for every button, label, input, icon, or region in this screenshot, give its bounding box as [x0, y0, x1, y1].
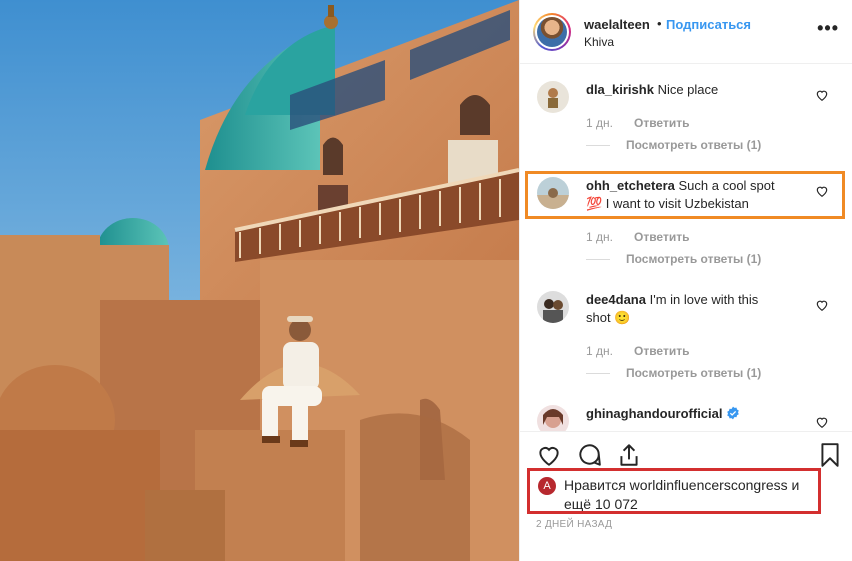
comment-text: ghinaghandourofficial	[586, 405, 816, 423]
comment-body: Nice place	[657, 82, 719, 97]
view-replies-button[interactable]: Посмотреть ответы (1)	[626, 252, 761, 266]
comment-username[interactable]: dee4dana	[586, 292, 646, 307]
comment-body: I'm in love with this	[649, 292, 759, 307]
highlight-likes-box	[527, 468, 821, 514]
author-avatar[interactable]	[533, 13, 571, 51]
commenter-avatar[interactable]	[537, 291, 569, 323]
follow-button[interactable]: Подписаться	[666, 17, 751, 32]
comments-list[interactable]: dla_kirishk Nice place 1 дн. Ответить По…	[520, 65, 852, 431]
author-username[interactable]: waelalteen	[584, 17, 650, 32]
like-comment-heart-icon[interactable]	[815, 88, 829, 102]
comment-age: 1 дн.	[586, 344, 613, 358]
more-options-icon[interactable]: •••	[817, 18, 839, 39]
like-comment-heart-icon[interactable]	[815, 298, 829, 312]
save-bookmark-icon[interactable]	[817, 442, 843, 468]
comment-username[interactable]: dla_kirishk	[586, 82, 654, 97]
post-photo[interactable]	[0, 0, 519, 561]
post-location[interactable]: Khiva	[584, 35, 614, 49]
post-date[interactable]: 2 ДНЕЙ НАЗАД	[536, 519, 612, 530]
comment-text: dee4dana I'm in love with this shot 🙂	[586, 291, 816, 327]
post-actions-bar	[520, 431, 852, 471]
comment-age: 1 дн.	[586, 116, 613, 130]
replies-divider	[586, 373, 610, 374]
comment-body-line2: shot 🙂	[586, 310, 631, 325]
reply-button[interactable]: Ответить	[634, 116, 689, 130]
view-replies-button[interactable]: Посмотреть ответы (1)	[626, 366, 761, 380]
comment-age: 1 дн.	[586, 230, 613, 244]
commenter-avatar[interactable]	[537, 81, 569, 113]
like-heart-icon[interactable]	[536, 442, 562, 468]
share-upload-icon[interactable]	[616, 442, 642, 468]
like-comment-heart-icon[interactable]	[815, 415, 829, 429]
reply-button[interactable]: Ответить	[634, 344, 689, 358]
post-header: waelalteen • Подписаться Khiva •••	[520, 0, 852, 64]
replies-divider	[586, 259, 610, 260]
reply-button[interactable]: Ответить	[634, 230, 689, 244]
comment-username[interactable]: ghinaghandourofficial	[586, 406, 723, 421]
view-replies-button[interactable]: Посмотреть ответы (1)	[626, 138, 761, 152]
replies-divider	[586, 145, 610, 146]
verified-badge-icon	[727, 406, 739, 420]
comment-bubble-icon[interactable]	[576, 442, 602, 468]
commenter-avatar[interactable]	[537, 405, 569, 431]
khiva-photo-illustration	[0, 0, 519, 561]
highlight-comment-box	[525, 171, 845, 219]
header-separator: •	[657, 16, 662, 31]
comment-text: dla_kirishk Nice place	[586, 81, 816, 99]
